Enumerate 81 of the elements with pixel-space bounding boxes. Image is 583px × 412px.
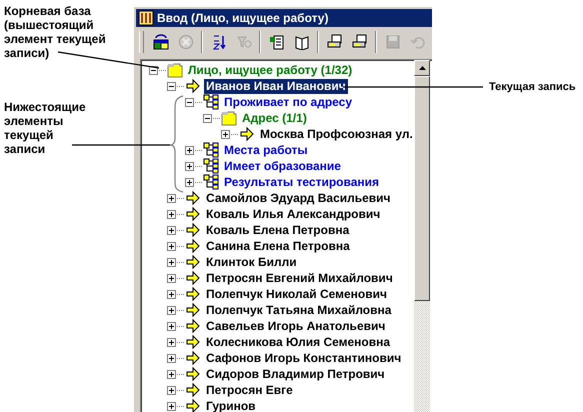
annotation-text: Нижестоящие элементы текущей записи bbox=[4, 100, 87, 156]
expander-toggle[interactable] bbox=[167, 354, 176, 362]
arrow-icon bbox=[185, 302, 201, 318]
tree-item[interactable]: Петросян Евгений Михайлович bbox=[204, 270, 395, 286]
tree-item[interactable]: Клинток Билли bbox=[204, 254, 299, 270]
table-icon bbox=[152, 34, 168, 50]
expander-toggle[interactable] bbox=[167, 370, 176, 378]
printer-icon bbox=[326, 34, 342, 50]
arrow-icon bbox=[185, 318, 201, 334]
arrow-icon bbox=[185, 238, 201, 254]
tree-item[interactable]: Места работы bbox=[222, 142, 310, 158]
book-icon bbox=[294, 34, 310, 50]
tree-item[interactable]: Москва Профсоюзная ул. bbox=[258, 126, 415, 142]
tree-item[interactable]: Лицо, ищущее работу (1/32) bbox=[186, 62, 354, 78]
expander-toggle[interactable] bbox=[167, 274, 176, 282]
expander-toggle[interactable] bbox=[185, 98, 194, 106]
expander-toggle[interactable] bbox=[167, 194, 176, 202]
scroll-up-button[interactable] bbox=[414, 60, 430, 76]
expander-toggle[interactable] bbox=[203, 114, 212, 122]
expander-toggle[interactable] bbox=[167, 306, 176, 314]
tree-item[interactable]: Коваль Илья Александрович bbox=[204, 206, 382, 222]
expander-toggle[interactable] bbox=[167, 258, 176, 266]
tree-item[interactable]: Сафонов Игорь Константинович bbox=[204, 350, 404, 366]
arrow-icon bbox=[185, 366, 201, 382]
app-icon bbox=[138, 10, 154, 26]
filter-icon bbox=[236, 34, 252, 50]
expander-toggle[interactable] bbox=[167, 242, 176, 250]
tree-item[interactable]: Сидоров Владимир Петрович bbox=[204, 366, 387, 382]
tree-item[interactable]: Петросян Евге bbox=[204, 382, 295, 398]
hierarchy-icon bbox=[203, 174, 219, 190]
tree-item[interactable]: Адрес (1/1) bbox=[240, 110, 309, 126]
expander-toggle[interactable] bbox=[167, 322, 176, 330]
tree-item[interactable]: Результаты тестирования bbox=[222, 174, 382, 190]
arrow-icon bbox=[185, 78, 201, 94]
expander-toggle[interactable] bbox=[167, 82, 176, 90]
expander-toggle[interactable] bbox=[185, 162, 194, 170]
arrow-icon bbox=[185, 190, 201, 206]
cancel-icon bbox=[178, 34, 194, 50]
tree-item[interactable]: Проживает по адресу bbox=[222, 94, 354, 110]
tree-item[interactable]: Санина Елена Петровна bbox=[204, 238, 352, 254]
expander-toggle[interactable] bbox=[167, 210, 176, 218]
sort-icon bbox=[210, 34, 226, 50]
arrow-icon bbox=[185, 286, 201, 302]
hierarchy-icon bbox=[203, 94, 219, 110]
tree-item[interactable]: Полепчук Татьяна Михайловна bbox=[204, 302, 394, 318]
annotation-text: Корневая база (вышестоящий элемент текущей записи) bbox=[4, 4, 107, 60]
expander-toggle[interactable] bbox=[167, 338, 176, 346]
scrollbar[interactable] bbox=[414, 60, 430, 412]
arrow-icon bbox=[185, 254, 201, 270]
undo-icon bbox=[410, 34, 426, 50]
caret-icon bbox=[418, 66, 426, 70]
arrow-icon bbox=[185, 398, 201, 412]
document-icon bbox=[268, 34, 284, 50]
arrow-icon bbox=[185, 334, 201, 350]
hierarchy-icon bbox=[203, 158, 219, 174]
expander-toggle[interactable] bbox=[167, 290, 176, 298]
tree-item[interactable]: Имеет образование bbox=[222, 158, 343, 174]
expander-toggle[interactable] bbox=[221, 130, 230, 138]
window-title: Ввод (Лицо, ищущее работу) bbox=[157, 11, 328, 25]
arrow-icon bbox=[185, 350, 201, 366]
tree-item[interactable]: Полепчук Николай Семенович bbox=[204, 286, 389, 302]
annotation-text: Текущая запись bbox=[489, 80, 577, 94]
expander-toggle[interactable] bbox=[185, 146, 194, 154]
expander-toggle[interactable] bbox=[167, 226, 176, 234]
tree-item[interactable]: Коваль Елена Петровна bbox=[204, 222, 352, 238]
expander-toggle[interactable] bbox=[167, 386, 176, 394]
tree-item[interactable]: Гуринов bbox=[204, 398, 258, 412]
arrow-icon bbox=[185, 206, 201, 222]
tree-item[interactable]: Самойлов Эдуард Васильевич bbox=[204, 190, 393, 206]
arrow-icon bbox=[239, 126, 255, 142]
printer-icon bbox=[352, 34, 368, 50]
tree-item[interactable]: Колесникова Юлия Семеновна bbox=[204, 334, 392, 350]
arrow-icon bbox=[185, 382, 201, 398]
arrow-icon bbox=[185, 222, 201, 238]
hierarchy-icon bbox=[203, 142, 219, 158]
arrow-icon bbox=[185, 270, 201, 286]
expander-toggle[interactable] bbox=[185, 178, 194, 186]
tree-item[interactable]: Иванов Иван Иванович bbox=[204, 78, 348, 94]
tree-item[interactable]: Савельев Игорь Анатольевич bbox=[204, 318, 388, 334]
expander-toggle[interactable] bbox=[167, 402, 176, 410]
scroll-thumb[interactable] bbox=[414, 76, 430, 301]
